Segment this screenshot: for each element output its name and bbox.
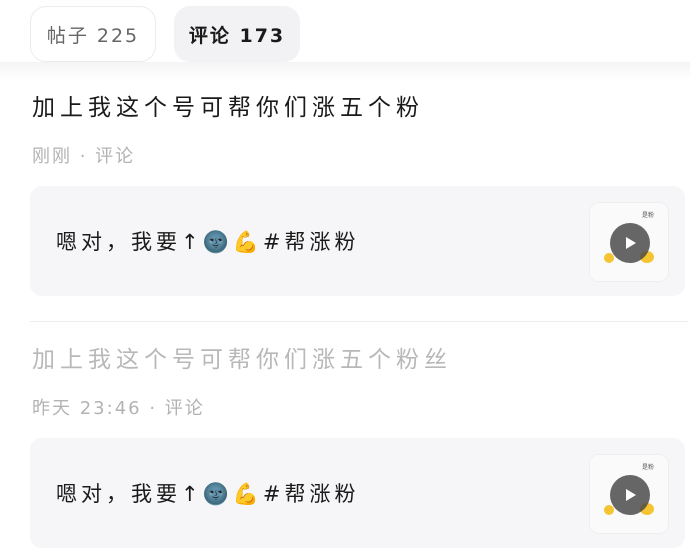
comment-meta: 刚刚 · 评论: [32, 146, 136, 167]
tab-posts[interactable]: 帖子 225: [30, 6, 156, 62]
comment-meta: 昨天 23:46 · 评论: [32, 398, 205, 419]
play-icon: [626, 237, 636, 249]
quoted-post-card[interactable]: 嗯对，我要↑🌚💪#帮涨粉 是粉: [30, 186, 685, 296]
thumbnail-caption: 是粉: [642, 212, 655, 219]
tab-bar: 帖子 225 评论 173: [30, 6, 300, 62]
comment-text: 加上我这个号可帮你们涨五个粉: [32, 95, 424, 121]
comment-item[interactable]: 加上我这个号可帮你们涨五个粉 刚刚 · 评论 嗯对，我要↑🌚💪#帮涨粉 是粉: [0, 80, 690, 310]
play-button[interactable]: [610, 475, 650, 515]
divider: [30, 321, 688, 322]
tab-comments[interactable]: 评论 173: [174, 6, 300, 62]
header-shadow: [0, 62, 690, 80]
thumbnail-caption: 是粉: [642, 464, 655, 471]
comment-text: 加上我这个号可帮你们涨五个粉丝: [32, 347, 452, 373]
thumbnail-figure: [604, 253, 614, 263]
quoted-post-card[interactable]: 嗯对，我要↑🌚💪#帮涨粉 是粉: [30, 438, 685, 548]
quoted-post-text: 嗯对，我要↑🌚💪#帮涨粉: [56, 482, 360, 506]
play-button[interactable]: [610, 223, 650, 263]
comment-item[interactable]: 加上我这个号可帮你们涨五个粉丝 昨天 23:46 · 评论 嗯对，我要↑🌚💪#帮…: [0, 330, 690, 555]
video-thumbnail[interactable]: 是粉: [589, 454, 669, 534]
video-thumbnail[interactable]: 是粉: [589, 202, 669, 282]
play-icon: [626, 489, 636, 501]
quoted-post-text: 嗯对，我要↑🌚💪#帮涨粉: [56, 230, 360, 254]
thumbnail-figure: [604, 505, 614, 515]
